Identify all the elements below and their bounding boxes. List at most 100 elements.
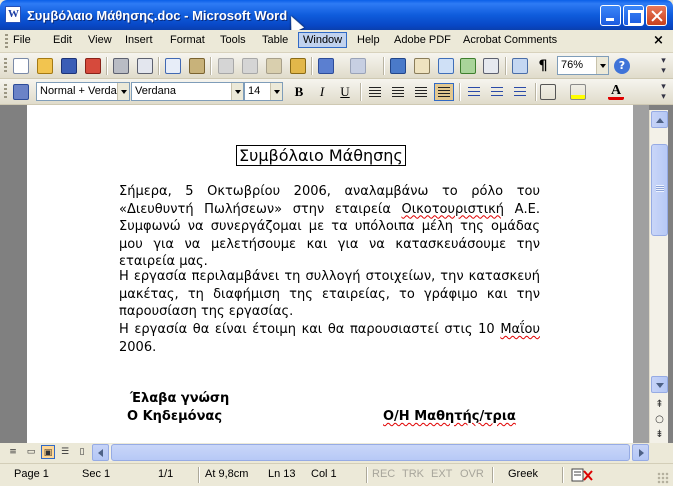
- chevron-down-icon[interactable]: [596, 57, 608, 74]
- underline-button[interactable]: U: [335, 83, 355, 101]
- status-trk[interactable]: TRK: [402, 468, 424, 480]
- document-title[interactable]: Συμβόλαιο Μάθησης: [236, 145, 406, 166]
- new-document-icon[interactable]: [13, 58, 29, 74]
- cut-icon[interactable]: [218, 58, 234, 74]
- insert-table-icon[interactable]: [438, 58, 454, 74]
- decrease-indent-button[interactable]: [487, 83, 507, 101]
- paragraph-3[interactable]: Η εργασία θα είναι έτοιμη και θα παρουσι…: [119, 321, 540, 356]
- font-size-select[interactable]: 14: [244, 82, 283, 101]
- scroll-left-button[interactable]: [92, 444, 109, 461]
- document-map-icon[interactable]: [512, 58, 528, 74]
- horizontal-scrollbar[interactable]: [92, 444, 649, 461]
- format-painter-icon[interactable]: [290, 58, 306, 74]
- toolbar-options-chevron-icon[interactable]: ▾ ▾: [659, 82, 668, 102]
- open-folder-icon[interactable]: [37, 58, 53, 74]
- align-center-button[interactable]: [388, 83, 408, 101]
- menu-edit[interactable]: Edit: [53, 34, 72, 46]
- redo-icon[interactable]: [350, 58, 366, 74]
- research-icon[interactable]: [189, 58, 205, 74]
- menu-adobe-pdf[interactable]: Adobe PDF: [394, 34, 451, 46]
- reading-layout-view-icon[interactable]: ▯: [75, 445, 89, 459]
- justify-button[interactable]: [434, 83, 454, 101]
- normal-view-icon[interactable]: ≡: [6, 445, 20, 459]
- numbering-button[interactable]: [464, 83, 484, 101]
- vertical-scrollbar[interactable]: ⇞ ○ ⇟: [649, 110, 668, 443]
- status-language[interactable]: Greek: [508, 468, 538, 480]
- hyperlink-icon[interactable]: [390, 58, 406, 74]
- toolbar-grip-handle[interactable]: [4, 58, 7, 74]
- scroll-up-button[interactable]: [651, 111, 668, 128]
- toolbar-grip-handle[interactable]: [4, 84, 7, 100]
- chevron-down-icon[interactable]: [117, 83, 129, 100]
- increase-indent-button[interactable]: [510, 83, 530, 101]
- signature-right[interactable]: Ο/Η Μαθητής/τρια: [383, 408, 516, 426]
- menu-table[interactable]: Table: [262, 34, 288, 46]
- print-icon[interactable]: [113, 58, 129, 74]
- paragraph-1[interactable]: Σήμερα, 5 Οκτωβρίου 2006, αναλαμβάνω το …: [119, 183, 540, 271]
- menu-view[interactable]: View: [88, 34, 112, 46]
- print-layout-view-icon[interactable]: ▣: [41, 445, 55, 459]
- menu-file[interactable]: File: [13, 34, 31, 46]
- undo-icon[interactable]: [318, 58, 334, 74]
- style-select[interactable]: Normal + Verda: [36, 82, 130, 101]
- document-page[interactable]: Συμβόλαιο Μάθησης Σήμερα, 5 Οκτωβρίου 20…: [27, 105, 633, 443]
- misspelled-company-name[interactable]: Οικοτουριστική: [401, 202, 504, 217]
- next-page-icon[interactable]: ⇟: [652, 427, 667, 442]
- menu-help[interactable]: Help: [357, 34, 380, 46]
- outline-view-icon[interactable]: ☰: [58, 445, 72, 459]
- font-color-icon[interactable]: A: [608, 84, 624, 100]
- menu-acrobat-comments[interactable]: Acrobat Comments: [463, 34, 557, 46]
- borders-icon[interactable]: [540, 84, 556, 100]
- chevron-down-icon[interactable]: [231, 83, 243, 100]
- web-layout-view-icon[interactable]: ▭: [24, 445, 38, 459]
- zoom-select[interactable]: 76%: [557, 56, 609, 75]
- horizontal-scroll-thumb[interactable]: [111, 444, 630, 461]
- status-ext[interactable]: EXT: [431, 468, 452, 480]
- align-right-button[interactable]: [411, 83, 431, 101]
- chevron-down-icon[interactable]: [270, 83, 282, 100]
- copy-icon[interactable]: [242, 58, 258, 74]
- bold-button[interactable]: B: [289, 83, 309, 101]
- select-browse-object-icon[interactable]: ○: [652, 412, 667, 427]
- close-window-button[interactable]: [646, 5, 667, 26]
- menu-window[interactable]: Window: [298, 32, 348, 48]
- paste-icon[interactable]: [266, 58, 282, 74]
- spelling-icon[interactable]: [165, 58, 181, 74]
- permission-icon[interactable]: [85, 58, 101, 74]
- status-rec[interactable]: REC: [372, 468, 395, 480]
- font-select[interactable]: Verdana: [131, 82, 244, 101]
- print-preview-icon[interactable]: [137, 58, 153, 74]
- status-ovr[interactable]: OVR: [460, 468, 484, 480]
- previous-page-icon[interactable]: ⇞: [652, 397, 667, 412]
- insert-excel-icon[interactable]: [460, 58, 476, 74]
- columns-icon[interactable]: [483, 58, 499, 74]
- highlight-icon[interactable]: [570, 84, 586, 100]
- vertical-scroll-thumb[interactable]: [651, 144, 668, 236]
- show-hide-icon[interactable]: ¶: [535, 58, 551, 74]
- status-page: Page 1: [14, 468, 49, 480]
- menu-grip-handle[interactable]: [5, 34, 8, 49]
- word-document-icon[interactable]: [5, 6, 21, 23]
- scroll-right-button[interactable]: [632, 444, 649, 461]
- styles-formatting-icon[interactable]: [13, 84, 29, 100]
- signature-left-line-2[interactable]: Ο Κηδεμόνας: [127, 408, 222, 426]
- align-left-button[interactable]: [365, 83, 385, 101]
- spelling-status-icon[interactable]: [571, 468, 593, 482]
- maximize-button[interactable]: [623, 5, 644, 26]
- resize-grip[interactable]: [657, 472, 669, 484]
- menu-tools[interactable]: Tools: [220, 34, 246, 46]
- misspelled-month[interactable]: Μαΐου: [500, 322, 540, 337]
- minimize-button[interactable]: [600, 5, 621, 26]
- italic-button[interactable]: I: [312, 83, 332, 101]
- paragraph-2[interactable]: Η εργασία περιλαμβάνει τη συλλογή στοιχε…: [119, 268, 540, 321]
- menu-format[interactable]: Format: [170, 34, 205, 46]
- toolbar-options-chevron-icon[interactable]: ▾ ▾: [659, 56, 668, 76]
- tables-borders-icon[interactable]: [414, 58, 430, 74]
- menu-insert[interactable]: Insert: [125, 34, 153, 46]
- scroll-down-button[interactable]: [651, 376, 668, 393]
- save-icon[interactable]: [61, 58, 77, 74]
- signature-left-line-1[interactable]: Έλαβα γνώση: [130, 390, 229, 408]
- help-icon[interactable]: ?: [614, 58, 630, 74]
- close-document-icon[interactable]: ×: [653, 33, 664, 48]
- formatting-toolbar: Normal + Verda Verdana 14 B I U A ▾ ▾: [0, 79, 673, 105]
